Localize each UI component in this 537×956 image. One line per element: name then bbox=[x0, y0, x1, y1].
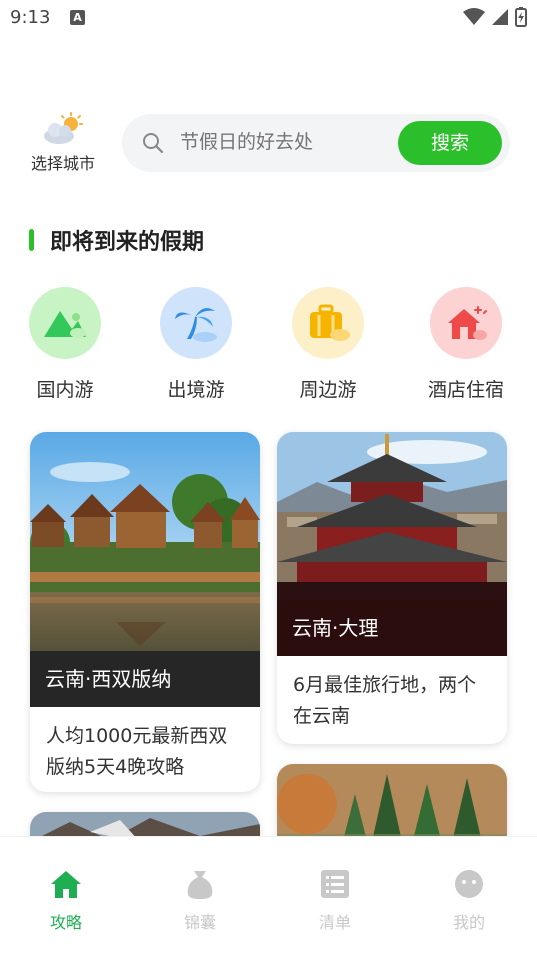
mountain-icon bbox=[29, 287, 101, 359]
nav-label: 锦囊 bbox=[183, 913, 216, 932]
section-accent-bar bbox=[29, 229, 34, 251]
card-caption: 云南·大理 bbox=[277, 600, 507, 656]
category-label: 周边游 bbox=[299, 379, 357, 401]
category-domestic[interactable]: 国内游 bbox=[10, 287, 120, 402]
weather-icon bbox=[44, 112, 83, 144]
travel-card-xishuangbanna[interactable]: 云南·西双版纳 人均1000元最新西双版纳5天4晚攻略 bbox=[30, 432, 260, 792]
status-bar: 9:13 A bbox=[0, 0, 537, 36]
card-caption: 云南·西双版纳 bbox=[30, 651, 260, 707]
nav-tab-guide[interactable]: 攻略 bbox=[31, 869, 101, 933]
section-title: 即将到来的假期 bbox=[50, 230, 205, 255]
notification-icon: A bbox=[70, 10, 85, 25]
nav-tab-tips[interactable]: 锦囊 bbox=[165, 869, 235, 933]
category-hotel[interactable]: 酒店住宿 bbox=[411, 287, 521, 402]
home-icon bbox=[51, 871, 81, 898]
category-nearby[interactable]: 周边游 bbox=[273, 287, 383, 402]
list-icon bbox=[321, 870, 349, 898]
nav-label: 清单 bbox=[318, 913, 351, 932]
search-icon bbox=[143, 133, 164, 154]
city-selector[interactable]: 选择城市 bbox=[24, 112, 102, 174]
search-input[interactable] bbox=[180, 131, 390, 153]
category-label: 酒店住宿 bbox=[427, 379, 504, 401]
bottom-navigation: 攻略 锦囊 清单 我的 bbox=[0, 836, 537, 956]
search-bar: 搜索 bbox=[122, 114, 510, 172]
nav-tab-mine[interactable]: 我的 bbox=[434, 869, 504, 933]
nav-label: 攻略 bbox=[49, 913, 82, 932]
card-image: 云南·大理 bbox=[277, 432, 507, 656]
category-abroad[interactable]: 出境游 bbox=[141, 287, 251, 402]
palm-tree-icon bbox=[160, 287, 232, 359]
category-label: 出境游 bbox=[167, 379, 225, 401]
city-label: 选择城市 bbox=[30, 154, 95, 173]
profile-icon bbox=[455, 870, 483, 898]
status-icons bbox=[463, 7, 527, 27]
card-image: 云南·西双版纳 bbox=[30, 432, 260, 707]
status-time: 9:13 bbox=[10, 7, 51, 28]
signal-icon bbox=[492, 9, 508, 25]
nav-label: 我的 bbox=[452, 913, 485, 932]
category-label: 国内游 bbox=[36, 379, 94, 401]
nav-tab-list[interactable]: 清单 bbox=[300, 869, 370, 933]
section-header: 即将到来的假期 bbox=[29, 226, 205, 255]
hotel-icon bbox=[430, 287, 502, 359]
card-description: 人均1000元最新西双版纳5天4晚攻略 bbox=[46, 725, 228, 778]
bag-icon bbox=[187, 871, 213, 899]
search-button[interactable]: 搜索 bbox=[398, 121, 502, 165]
wifi-icon bbox=[463, 8, 485, 25]
travel-card-dali[interactable]: 云南·大理 6月最佳旅行地，两个在云南 bbox=[277, 432, 507, 744]
battery-icon bbox=[515, 7, 527, 27]
suitcase-icon bbox=[292, 287, 364, 359]
card-description: 6月最佳旅行地，两个在云南 bbox=[293, 674, 477, 727]
